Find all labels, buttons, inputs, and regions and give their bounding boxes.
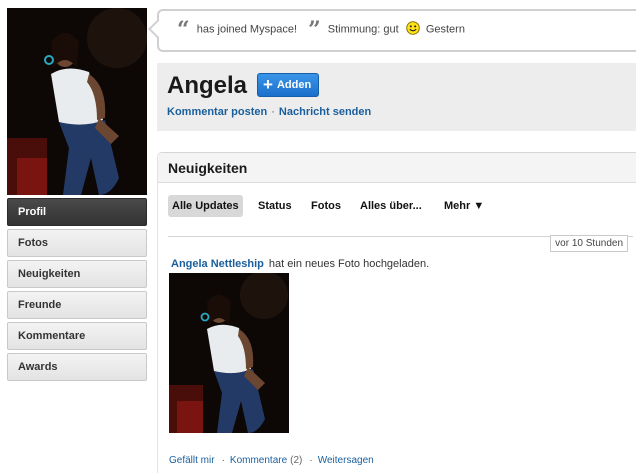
feed-actions: Gefällt mir · Kommentare (2) · Weitersagen xyxy=(169,455,374,466)
add-friend-button[interactable]: + Adden xyxy=(257,73,320,97)
open-quote-icon: “ xyxy=(177,16,190,43)
sidebar-item-kommentare[interactable]: Kommentare xyxy=(7,322,147,350)
sidebar-item-neuigkeiten[interactable]: Neuigkeiten xyxy=(7,260,147,288)
feed-action-text: hat ein neues Foto hochgeladen. xyxy=(268,258,430,270)
comment-count: (2) xyxy=(290,455,303,466)
post-comment-link[interactable]: Kommentar posten xyxy=(167,106,267,118)
tab-alle-updates[interactable]: Alle Updates xyxy=(168,195,243,217)
sidebar-item-awards[interactable]: Awards xyxy=(7,353,147,381)
status-line: “ has joined Myspace! ” Stimmung: gut Ge… xyxy=(177,19,465,41)
separator-dot: · xyxy=(221,455,225,466)
comments-link[interactable]: Kommentare xyxy=(230,455,287,466)
timestamp-badge: vor 10 Stunden xyxy=(550,235,628,252)
mood-text: Stimmung: gut xyxy=(327,23,399,36)
smiley-icon xyxy=(405,21,420,38)
sidebar-item-freunde[interactable]: Freunde xyxy=(7,291,147,319)
profile-photo[interactable] xyxy=(7,8,147,195)
sidebar-item-profil[interactable]: Profil xyxy=(7,198,147,226)
profile-actions: Kommentar posten · Nachricht senden xyxy=(167,106,371,118)
separator-dot: · xyxy=(309,455,313,466)
tab-mehr[interactable]: Mehr ▼ xyxy=(440,195,488,217)
news-panel: Neuigkeiten Alle Updates Status Fotos Al… xyxy=(157,152,636,473)
tab-alles-ueber[interactable]: Alles über... xyxy=(356,195,426,217)
status-text: has joined Myspace! xyxy=(196,23,297,36)
plus-icon: + xyxy=(263,75,273,94)
share-link[interactable]: Weitersagen xyxy=(318,455,374,466)
like-link[interactable]: Gefällt mir xyxy=(169,455,215,466)
feed-author-link[interactable]: Angela Nettleship xyxy=(171,258,264,270)
sidebar-nav: Profil Fotos Neuigkeiten Freunde Komment… xyxy=(7,198,147,384)
status-bubble: “ has joined Myspace! ” Stimmung: gut Ge… xyxy=(157,9,636,52)
close-quote-icon: ” xyxy=(308,16,321,43)
tab-status[interactable]: Status xyxy=(254,195,296,217)
profile-name: Angela xyxy=(167,72,248,99)
add-button-label: Adden xyxy=(276,79,312,91)
sidebar-item-fotos[interactable]: Fotos xyxy=(7,229,147,257)
news-title: Neuigkeiten xyxy=(168,160,248,176)
tab-fotos[interactable]: Fotos xyxy=(307,195,345,217)
status-time: Gestern xyxy=(425,23,465,36)
feed-photo[interactable] xyxy=(169,273,289,433)
news-header: Neuigkeiten xyxy=(158,153,636,183)
separator-dot: · xyxy=(271,106,275,118)
send-message-link[interactable]: Nachricht senden xyxy=(279,106,371,118)
profile-header: Angela + Adden Kommentar posten · Nachricht… xyxy=(157,63,636,131)
feed-item-text: Angela Nettleship hat ein neues Foto hoch… xyxy=(171,258,429,270)
